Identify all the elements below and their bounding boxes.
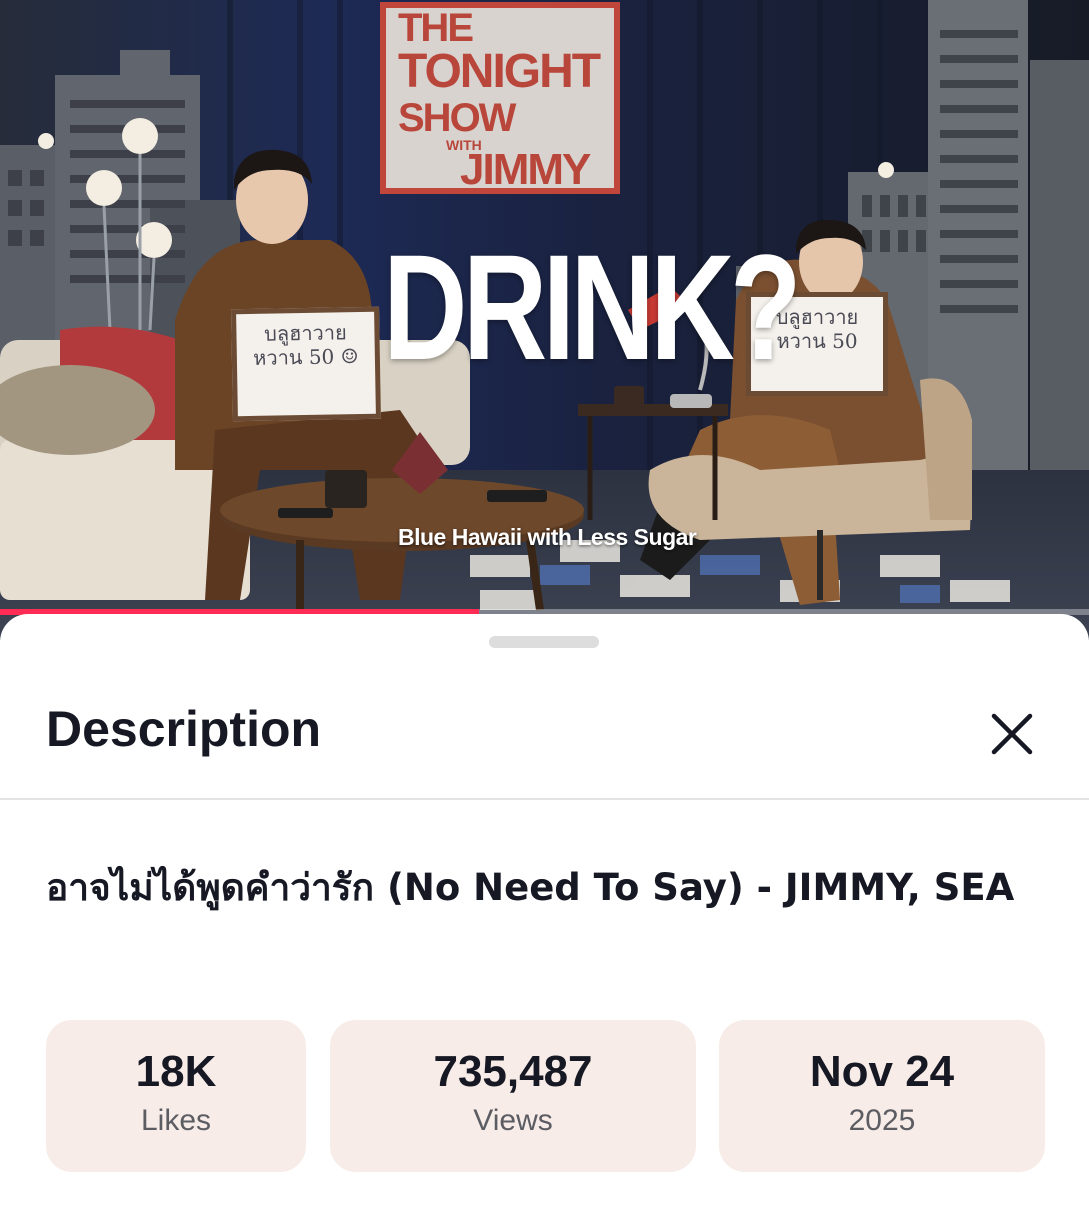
post-date: Nov 24 [809,1047,955,1096]
stat-views: 735,487 Views [330,1020,696,1172]
stat-date: Nov 24 2025 [719,1020,1045,1172]
description-sheet: Description อาจไม่ได้พูดคำว่ารัก (No Nee… [0,614,1089,1214]
tonight-show-sign: THE TONIGHT SHOW WITH JIMMY [380,2,620,194]
sign-line-3: SHOW [398,96,516,140]
post-year: 2025 [848,1104,916,1137]
close-button[interactable] [984,706,1040,762]
sign-line-2: TONIGHT [398,45,601,98]
close-icon [991,713,1033,755]
likes-label: Likes [140,1104,212,1137]
likes-count: 18K [135,1047,217,1096]
video-caption: Blue Hawaii with Less Sugar [398,524,697,550]
stats-row: 18K Likes 735,487 Views Nov 24 2025 [0,1020,1089,1172]
video-player[interactable]: THE TONIGHT SHOW WITH JIMMY บลูฮาวาย หวา… [0,0,1089,640]
stat-likes: 18K Likes [46,1020,306,1172]
sign-line-1: THE [398,6,474,50]
views-label: Views [473,1104,553,1137]
video-overlay-title: DRINK? [383,223,802,391]
sign-line-5: JIMMY [460,145,591,194]
sheet-divider [0,798,1089,800]
sheet-drag-handle[interactable] [489,636,599,648]
sheet-title: Description [46,701,322,757]
whiteboard-left: บลูฮาวาย หวาน 50 ☺ [231,306,381,422]
video-title: อาจไม่ได้พูดคำว่ารัก (No Need To Say) - … [46,866,1015,909]
views-count: 735,487 [433,1047,593,1096]
